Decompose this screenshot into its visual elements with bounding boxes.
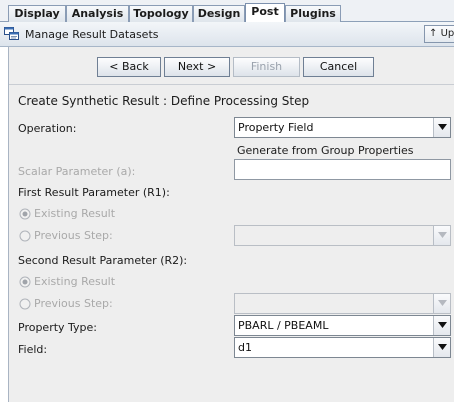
tab-display[interactable]: Display (8, 5, 66, 22)
up-label: Up (440, 28, 454, 39)
next-button[interactable]: Next > (164, 57, 230, 77)
back-button[interactable]: < Back (97, 57, 161, 77)
section-title: Create Synthetic Result : Define Process… (18, 94, 310, 108)
property-type-label: Property Type: (18, 321, 98, 334)
r1-previous-label: Previous Step: (34, 229, 113, 242)
field-label: Field: (18, 343, 48, 356)
chevron-down-icon[interactable] (433, 294, 450, 313)
r2-previous-select[interactable] (234, 293, 451, 314)
tab-post[interactable]: Post (245, 3, 285, 23)
field-value: d1 (238, 341, 252, 354)
form-panel: < Back Next > Finish Cancel Create Synth… (8, 47, 454, 402)
tab-label: Design (197, 7, 241, 20)
chevron-down-icon[interactable] (433, 226, 450, 245)
scalar-label: Scalar Parameter (a): (18, 165, 136, 178)
chevron-down-icon[interactable] (433, 118, 450, 137)
chevron-down-icon[interactable] (433, 316, 450, 335)
up-button[interactable]: ↑ Up (424, 25, 454, 43)
panel-title: Manage Result Datasets (25, 28, 159, 41)
radio-unselected-icon[interactable] (19, 298, 31, 310)
radio-selected-icon[interactable] (19, 208, 31, 220)
tab-label: Post (251, 5, 279, 18)
divider (9, 84, 454, 85)
r1-existing-label: Existing Result (34, 207, 116, 220)
tab-design[interactable]: Design (193, 5, 245, 22)
tab-label: Display (14, 7, 60, 20)
r1-label: First Result Parameter (R1): (18, 186, 170, 199)
up-arrow-icon: ↑ (429, 28, 438, 39)
tab-analysis[interactable]: Analysis (66, 5, 129, 22)
r2-previous-label: Previous Step: (34, 297, 113, 310)
scalar-input[interactable] (234, 159, 451, 180)
datasets-icon (4, 27, 20, 41)
property-type-value: PBARL / PBEAML (238, 319, 329, 332)
chevron-down-icon[interactable] (433, 338, 450, 357)
tab-topology[interactable]: Topology (129, 5, 193, 22)
r2-label: Second Result Parameter (R2): (18, 254, 188, 267)
finish-button[interactable]: Finish (233, 57, 300, 77)
r2-existing-label: Existing Result (34, 275, 116, 288)
radio-unselected-icon[interactable] (19, 230, 31, 242)
cancel-button[interactable]: Cancel (303, 57, 374, 77)
tab-bar: Display Analysis Topology Design Post Pl… (0, 0, 454, 23)
generate-note: Generate from Group Properties (237, 144, 414, 157)
panel-header: Manage Result Datasets ↑ Up (0, 22, 454, 47)
operation-label: Operation: (18, 122, 77, 135)
r1-previous-select[interactable] (234, 225, 451, 246)
tab-label: Analysis (71, 7, 124, 20)
operation-select[interactable]: Property Field (234, 117, 451, 138)
property-type-select[interactable]: PBARL / PBEAML (234, 315, 451, 336)
tab-plugins[interactable]: Plugins (285, 5, 341, 22)
field-select[interactable]: d1 (234, 337, 451, 358)
radio-selected-icon[interactable] (19, 276, 31, 288)
operation-value: Property Field (238, 121, 314, 134)
tab-label: Plugins (290, 7, 336, 20)
tab-label: Topology (133, 7, 189, 20)
